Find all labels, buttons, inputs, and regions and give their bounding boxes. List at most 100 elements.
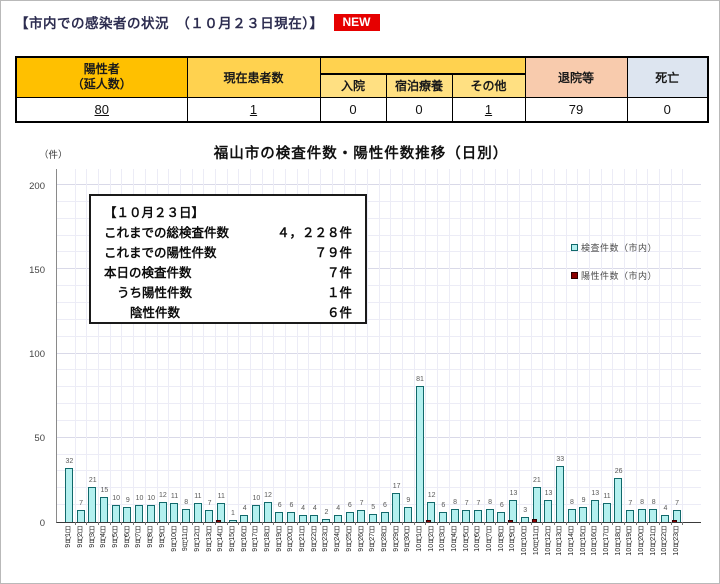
test-count-bar xyxy=(544,500,552,522)
chart-bar-slot: 810月21日 xyxy=(648,169,660,522)
x-axis-date-label: 10月23日 xyxy=(672,526,682,556)
bar-value-label: 4 xyxy=(301,505,305,512)
bar-value-label: 7 xyxy=(465,500,469,507)
x-axis-date-label: 10月21日 xyxy=(649,526,659,556)
info-row-today-negative: 陰性件数 ６件 xyxy=(104,303,352,323)
other-link[interactable]: 1 xyxy=(485,102,492,117)
x-axis-date-label: 9月3日 xyxy=(88,526,98,548)
bar-value-label: 7 xyxy=(628,500,632,507)
chart-bar-slot: 2610月18日 xyxy=(613,169,625,522)
bar-value-label: 4 xyxy=(663,505,667,512)
test-count-bar xyxy=(240,515,248,522)
test-count-bar xyxy=(147,505,155,522)
titlebar: 【市内での感染者の状況 （１０月２３日現在）】 NEW xyxy=(15,11,380,33)
test-count-bar xyxy=(603,503,611,522)
bar-value-label: 33 xyxy=(556,456,564,463)
x-axis-date-label: 9月15日 xyxy=(228,526,238,552)
bar-value-label: 6 xyxy=(383,502,387,509)
chart-bar-slot: 179月29日 xyxy=(391,169,403,522)
cell-other: 1 xyxy=(452,97,525,122)
bar-value-label: 8 xyxy=(640,499,644,506)
x-axis-date-label: 9月17日 xyxy=(251,526,261,552)
x-axis-date-label: 9月10日 xyxy=(170,526,180,552)
test-count-bar xyxy=(556,466,564,522)
test-count-bar xyxy=(369,514,377,522)
test-count-bar xyxy=(381,512,389,522)
test-count-bar xyxy=(626,510,634,522)
test-count-bar xyxy=(533,487,541,522)
bar-value-label: 17 xyxy=(393,483,401,490)
x-axis-date-label: 9月27日 xyxy=(368,526,378,552)
chart-bar-slot: 69月28日 xyxy=(380,169,392,522)
cell-deaths: 0 xyxy=(627,97,708,122)
test-count-bar xyxy=(392,493,400,522)
header-positive-line1: 陽性者 xyxy=(17,62,187,77)
info-heading: 【１０月２３日】 xyxy=(104,203,352,223)
x-axis-date-label: 10月4日 xyxy=(450,526,460,552)
header-positive-total: 陽性者 （延人数） xyxy=(16,57,187,97)
current-patients-link[interactable]: 1 xyxy=(250,102,257,117)
chart-bar-slot: 8110月1日 xyxy=(415,169,427,522)
bar-value-label: 12 xyxy=(264,492,272,499)
chart-bar-slot: 710月6日 xyxy=(473,169,485,522)
bar-value-label: 6 xyxy=(348,502,352,509)
bar-value-label: 11 xyxy=(194,493,201,500)
chart-bar-slot: 3310月13日 xyxy=(555,169,567,522)
header-discharged: 退院等 xyxy=(525,57,627,97)
bar-value-label: 2 xyxy=(325,509,329,516)
test-count-bar xyxy=(416,386,424,522)
bar-value-label: 21 xyxy=(89,477,97,484)
positive-count-bar xyxy=(216,520,221,523)
test-count-bar xyxy=(310,515,318,522)
test-count-bar xyxy=(194,503,202,522)
bar-value-label: 26 xyxy=(615,468,623,475)
new-badge: NEW xyxy=(334,14,380,31)
header-hospitalized: 入院 xyxy=(320,74,386,97)
test-count-bar xyxy=(568,509,576,522)
chart-bar-slot: 329月1日 xyxy=(64,169,76,522)
bar-value-label: 4 xyxy=(336,505,340,512)
x-axis-date-label: 10月10日 xyxy=(520,526,530,556)
positive-total-link[interactable]: 80 xyxy=(95,102,109,117)
info-row-total-tests: これまでの総検査件数 ４，２２８件 xyxy=(104,223,352,243)
y-axis-tick-label: 150 xyxy=(29,266,45,276)
test-count-bar xyxy=(264,502,272,522)
test-count-bar xyxy=(100,497,108,522)
x-axis-date-label: 10月5日 xyxy=(462,526,472,552)
test-count-bar xyxy=(77,510,85,522)
bar-value-label: 13 xyxy=(545,490,553,497)
x-axis-date-label: 9月5日 xyxy=(111,526,121,548)
x-axis-date-label: 9月6日 xyxy=(123,526,133,548)
bar-value-label: 21 xyxy=(533,477,541,484)
x-axis-date-label: 10月19日 xyxy=(625,526,635,556)
bar-value-label: 12 xyxy=(159,492,167,499)
positive-count-bar xyxy=(508,520,513,523)
bar-value-label: 6 xyxy=(289,502,293,509)
bar-value-label: 7 xyxy=(360,500,364,507)
status-table: 陽性者 （延人数） 現在患者数 退院等 死亡 入院 宿泊療養 その他 80 1 … xyxy=(15,56,709,123)
test-count-bar xyxy=(135,505,143,522)
x-axis-date-label: 10月3日 xyxy=(438,526,448,552)
test-count-bar xyxy=(88,487,96,522)
cell-positive-total: 80 xyxy=(16,97,187,122)
x-axis-date-label: 9月28日 xyxy=(380,526,390,552)
header-current-patients: 現在患者数 xyxy=(187,57,320,97)
test-count-bar xyxy=(205,510,213,522)
y-axis-tick-label: 50 xyxy=(34,434,45,444)
positive-count-bar xyxy=(532,519,537,522)
test-count-bar xyxy=(357,510,365,522)
bar-value-label: 9 xyxy=(126,497,130,504)
legend-positive-label: 陽性件数（市内） xyxy=(581,269,657,282)
legend-tests-label: 検査件数（市内） xyxy=(581,241,657,254)
bar-value-label: 7 xyxy=(675,500,679,507)
chart-bar-slot: 810月20日 xyxy=(637,169,649,522)
cell-hospitalized: 0 xyxy=(320,97,386,122)
y-axis-tick-label: 200 xyxy=(29,182,45,192)
chart-bar-slot: 610月3日 xyxy=(438,169,450,522)
header-breakdown-strip xyxy=(320,57,525,74)
test-count-bar xyxy=(521,517,529,522)
x-axis-date-label: 9月11日 xyxy=(181,526,191,551)
x-axis-date-label: 9月25日 xyxy=(345,526,355,552)
bar-value-label: 7 xyxy=(476,500,480,507)
cell-current-patients: 1 xyxy=(187,97,320,122)
